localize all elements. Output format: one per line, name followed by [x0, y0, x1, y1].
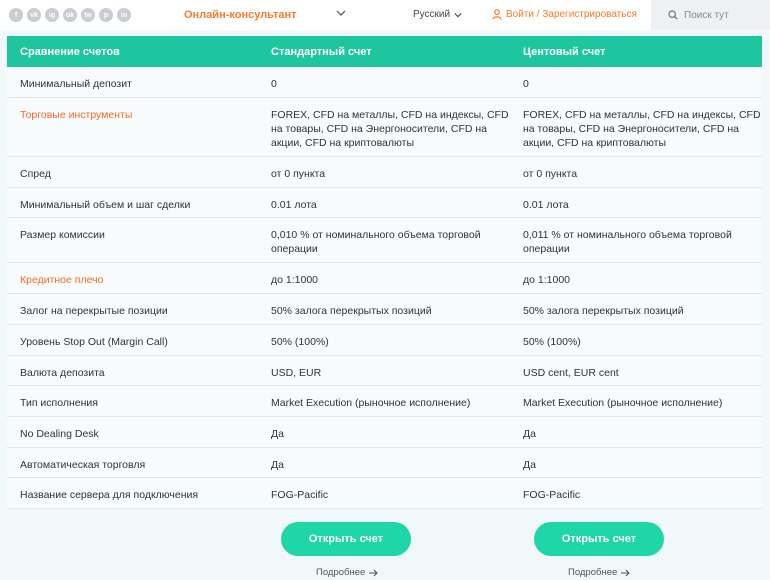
cent-value: 0	[523, 78, 529, 90]
linkedin-icon[interactable]: in	[117, 8, 131, 22]
row-label: Залог на перекрытые позиции	[20, 305, 168, 317]
language-selector[interactable]: Русский	[413, 9, 462, 20]
open-cent-account-button[interactable]: Открыть счет	[534, 522, 664, 556]
standard-value: Market Execution (рыночное исполнение)	[271, 397, 471, 409]
pinterest-icon[interactable]: p	[99, 8, 113, 22]
cent-value: до 1:1000	[523, 274, 570, 286]
search-icon[interactable]	[668, 10, 678, 20]
top-bar: f vk ig ok tw p in Онлайн-консультант Ру…	[0, 0, 770, 30]
twitter-icon[interactable]: tw	[81, 8, 95, 22]
table-row: Уровень Stop Out (Margin Call) 50% (100%…	[7, 325, 762, 356]
row-label: Спред	[20, 168, 51, 180]
login-link[interactable]: Войти / Зарегистрироваться	[492, 9, 637, 20]
vk-icon[interactable]: vk	[27, 8, 41, 22]
user-icon	[492, 9, 502, 20]
table-row: Валюта депозита USD, EUR USD cent, EUR c…	[7, 356, 762, 386]
standard-value: FOG-Pacific	[271, 489, 329, 501]
facebook-icon[interactable]: f	[9, 8, 23, 22]
table-row: Минимальный объем и шаг сделки 0.01 лота…	[7, 188, 762, 218]
table-row: Тип исполнения Market Execution (рыночно…	[7, 386, 762, 417]
instagram-icon[interactable]: ig	[45, 8, 59, 22]
social-links: f vk ig ok tw p in	[9, 8, 131, 22]
standard-value: FOREX, CFD на металлы, CFD на индексы, C…	[271, 109, 509, 149]
main-content: Сравнение счетов Стандартный счет Центов…	[0, 30, 770, 580]
standard-value: от 0 пункта	[271, 168, 326, 180]
row-label: Минимальный объем и шаг сделки	[20, 199, 191, 211]
standard-value: Да	[271, 428, 284, 440]
cent-value: 50% (100%)	[523, 336, 581, 348]
row-label: Уровень Stop Out (Margin Call)	[20, 336, 168, 348]
cent-value: 0.01 лота	[523, 199, 569, 211]
table-row: Залог на перекрытые позиции 50% залога п…	[7, 294, 762, 325]
more-label: Подробнее	[316, 567, 366, 578]
table-row: Название сервера для подключения FOG-Pac…	[7, 478, 762, 509]
row-label: Название сервера для подключения	[20, 489, 199, 501]
table-header: Сравнение счетов Стандартный счет Центов…	[7, 36, 762, 67]
standard-value: 50% залога перекрытых позиций	[271, 305, 432, 317]
table-row: Автоматическая торговля Да Да	[7, 448, 762, 478]
login-label: Войти / Зарегистрироваться	[506, 9, 637, 20]
table-row: Торговые инструменты FOREX, CFD на метал…	[7, 98, 762, 157]
open-standard-account-button[interactable]: Открыть счет	[281, 522, 411, 556]
table-row: No Dealing Desk Да Да	[7, 417, 762, 448]
row-label: Размер комиссии	[20, 229, 105, 241]
standard-value: 0,010 % от номинального объема торговой …	[271, 229, 481, 255]
standard-value: 0	[271, 78, 277, 90]
online-consultant-link[interactable]: Онлайн-консультант	[184, 9, 297, 21]
column-header-standard: Стандартный счет	[271, 45, 372, 58]
row-label: Минимальный депозит	[20, 78, 132, 90]
cent-more-link[interactable]: Подробнее	[568, 567, 631, 578]
standard-value: 0.01 лота	[271, 199, 317, 211]
cent-value: USD cent, EUR cent	[523, 367, 619, 379]
cent-value: Market Execution (рыночное исполнение)	[523, 397, 723, 409]
cent-value: FOREX, CFD на металлы, CFD на индексы, C…	[523, 109, 761, 149]
chevron-down-icon[interactable]	[336, 8, 346, 18]
search-input[interactable]	[684, 9, 764, 21]
column-header-comparison: Сравнение счетов	[20, 45, 120, 58]
language-label: Русский	[413, 9, 451, 20]
standard-value: Да	[271, 459, 284, 471]
standard-value: 50% (100%)	[271, 336, 329, 348]
cent-value: 0,011 % от номинального объема торговой …	[523, 229, 732, 255]
column-header-cent: Центовый счет	[523, 45, 606, 58]
standard-more-link[interactable]: Подробнее	[316, 567, 379, 578]
more-label: Подробнее	[568, 567, 618, 578]
arrow-right-icon	[621, 569, 631, 576]
chevron-down-icon	[454, 12, 462, 17]
search-box[interactable]	[651, 0, 770, 30]
table-row: Кредитное плечо до 1:1000 до 1:1000	[7, 263, 762, 294]
row-label-link[interactable]: Кредитное плечо	[7, 263, 259, 287]
row-label-link[interactable]: Торговые инструменты	[7, 98, 259, 122]
table-row: Размер комиссии 0,010 % от номинального …	[7, 218, 762, 263]
row-label: No Dealing Desk	[20, 428, 99, 440]
cent-value: 50% залога перекрытых позиций	[523, 305, 684, 317]
cent-value: от 0 пункта	[523, 168, 578, 180]
table-row: Спред от 0 пункта от 0 пункта	[7, 157, 762, 188]
comparison-table: Сравнение счетов Стандартный счет Центов…	[7, 36, 762, 509]
cent-value: Да	[523, 428, 536, 440]
arrow-right-icon	[369, 569, 379, 576]
odnoklassniki-icon[interactable]: ok	[63, 8, 77, 22]
row-label: Валюта депозита	[20, 367, 105, 379]
row-label: Тип исполнения	[20, 397, 98, 409]
table-row: Минимальный депозит 0 0	[7, 67, 762, 98]
cent-value: FOG-Pacific	[523, 489, 581, 501]
row-label: Автоматическая торговля	[20, 459, 146, 471]
cent-value: Да	[523, 459, 536, 471]
standard-value: USD, EUR	[271, 367, 322, 379]
standard-value: до 1:1000	[271, 274, 318, 286]
